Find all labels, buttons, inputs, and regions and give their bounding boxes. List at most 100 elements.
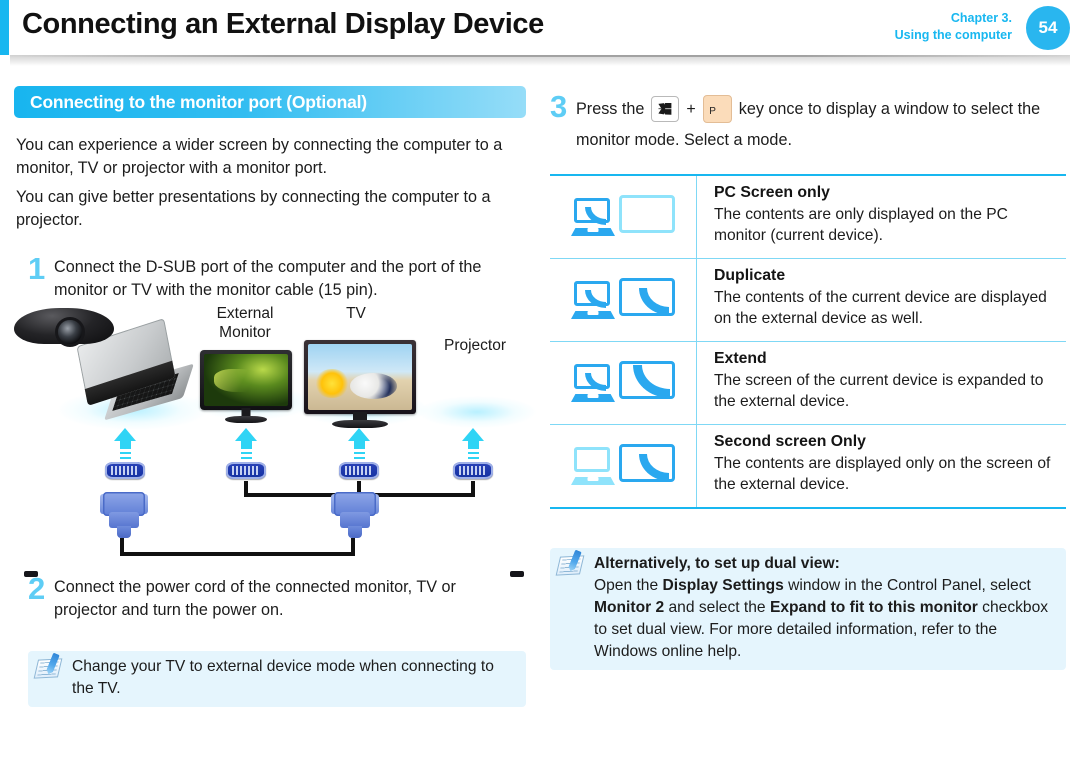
- connection-diagram: External Monitor TV Projector: [14, 304, 536, 577]
- intro-paragraph-2: You can give better presentations by con…: [16, 188, 491, 229]
- monitor-glyph-active: [619, 278, 675, 316]
- step-1: 1 Connect the D-SUB port of the computer…: [28, 251, 528, 302]
- p-key-label: P: [709, 105, 716, 117]
- note-body-1: Open the: [594, 577, 663, 594]
- note-text-tv-mode: Change your TV to external device mode w…: [72, 658, 494, 697]
- section-heading-bar: Connecting to the monitor port (Optional…: [14, 86, 526, 118]
- note-box-tv-mode: Change your TV to external device mode w…: [28, 651, 526, 707]
- page-header: Connecting an External Display Device Ch…: [0, 0, 1080, 66]
- note-body: Open the Display Settings window in the …: [594, 575, 1056, 663]
- plus-sign: +: [686, 101, 696, 118]
- mode-text-cell: PC Screen only The contents are only dis…: [697, 176, 1066, 258]
- note-text-dual-view: Alternatively, to set up dual view: Open…: [594, 548, 1066, 670]
- step-3-number: 3: [550, 89, 568, 124]
- mode-title: Extend: [714, 350, 767, 367]
- external-monitor-illustration: [200, 350, 292, 423]
- second-screen-only-icon: [571, 443, 675, 489]
- tv-label: TV: [346, 305, 366, 322]
- note-bold-1: Display Settings: [662, 577, 784, 594]
- arrow-tv: [348, 428, 370, 464]
- arrow-monitor: [235, 428, 257, 464]
- chapter-name: Using the computer: [894, 28, 1012, 42]
- monitor-glyph-active: [619, 444, 675, 482]
- monitor-glyph-active: [619, 361, 675, 399]
- vga-port-tv: [339, 462, 379, 479]
- note-bold-3: Expand to fit to this monitor: [769, 599, 978, 616]
- table-row: Second screen Only The contents are disp…: [550, 425, 1066, 507]
- laptop-glyph: [571, 281, 615, 321]
- note-box-dual-view: Alternatively, to set up dual view: Open…: [550, 548, 1066, 670]
- tv-illustration: [304, 340, 416, 428]
- extend-icon: [571, 360, 675, 406]
- laptop-glyph: [571, 364, 615, 404]
- header-accent-bar: [0, 0, 9, 55]
- mode-description: The contents are displayed only on the s…: [714, 455, 1051, 493]
- section-heading-label: Connecting to the monitor port (Optional…: [30, 91, 367, 112]
- vga-port-projector: [453, 462, 493, 479]
- table-row: Extend The screen of the current device …: [550, 342, 1066, 425]
- table-row: PC Screen only The contents are only dis…: [550, 176, 1066, 259]
- step-2-number: 2: [28, 571, 46, 606]
- step-2-text: Connect the power cord of the connected …: [54, 578, 456, 619]
- chapter-info: Chapter 3. Using the computer: [895, 10, 1012, 44]
- windows-key-icon: [650, 95, 679, 122]
- note-pen-icon: [33, 653, 66, 679]
- step-3-text: Press the + P key once to display a wind…: [576, 94, 1056, 155]
- monitor-glyph-inactive: [619, 195, 675, 233]
- projector-glow: [418, 396, 536, 428]
- step-3-text-before: Press the: [576, 100, 645, 118]
- vga-plug-right: [331, 492, 379, 542]
- mode-title: Second screen Only: [714, 433, 866, 450]
- step-1-text: Connect the D-SUB port of the computer a…: [54, 258, 482, 299]
- mode-icon-cell: [550, 342, 697, 424]
- projector-label: Projector: [443, 337, 507, 354]
- cable-bus-bottom: [120, 552, 355, 556]
- projector-lens: [58, 320, 82, 344]
- external-monitor-label: External Monitor: [216, 305, 274, 341]
- step-1-number: 1: [28, 251, 46, 286]
- mode-text-cell: Duplicate The contents of the current de…: [697, 259, 1066, 341]
- monitor-screen-image: [204, 354, 288, 406]
- intro-paragraph-1: You can experience a wider screen by con…: [16, 136, 503, 177]
- display-mode-table: PC Screen only The contents are only dis…: [550, 174, 1066, 509]
- table-row: Duplicate The contents of the current de…: [550, 259, 1066, 342]
- note-body-3: and select the: [664, 599, 770, 616]
- step-2: 2 Connect the power cord of the connecte…: [28, 571, 528, 622]
- tv-bezel: [304, 340, 416, 414]
- mode-description: The contents are only displayed on the P…: [714, 206, 1008, 244]
- step-3-text-after: key once to display a window to select: [738, 100, 1014, 118]
- mode-icon-cell: [550, 176, 697, 258]
- monitor-bezel: [200, 350, 292, 410]
- tv-stand-base: [332, 420, 388, 428]
- mode-title: Duplicate: [714, 267, 786, 284]
- note-body-2: window in the Control Panel, select: [783, 577, 1031, 594]
- mode-icon-cell: [550, 259, 697, 341]
- arrow-projector: [462, 428, 484, 464]
- vga-port-laptop: [105, 462, 145, 479]
- pc-screen-only-icon: [571, 194, 675, 240]
- laptop-illustration: [72, 318, 195, 422]
- right-column: 3 Press the + P key once to display a wi…: [548, 86, 1068, 746]
- vga-port-monitor: [226, 462, 266, 479]
- page-number-badge: 54: [1026, 6, 1070, 50]
- mode-title: PC Screen only: [714, 184, 830, 201]
- mode-description: The screen of the current device is expa…: [714, 372, 1044, 410]
- duplicate-icon: [571, 277, 675, 323]
- laptop-glyph-inactive: [571, 447, 615, 487]
- laptop-glyph: [571, 198, 615, 238]
- mode-text-cell: Second screen Only The contents are disp…: [697, 425, 1066, 507]
- arrow-laptop: [114, 428, 136, 464]
- header-divider: [10, 55, 1070, 66]
- note-bold-2: Monitor 2: [594, 599, 665, 616]
- mode-text-cell: Extend The screen of the current device …: [697, 342, 1066, 424]
- mode-icon-cell: [550, 425, 697, 507]
- vga-plug-left: [100, 492, 148, 542]
- chapter-number: Chapter 3.: [950, 11, 1012, 25]
- tv-screen-image: [308, 344, 412, 410]
- step-3: 3 Press the + P key once to display a wi…: [550, 89, 1066, 155]
- page-title: Connecting an External Display Device: [22, 8, 544, 40]
- p-key-icon: P: [703, 94, 733, 123]
- note-pen-icon: [555, 550, 588, 576]
- left-column: Connecting to the monitor port (Optional…: [14, 86, 536, 746]
- note-title: Alternatively, to set up dual view:: [594, 555, 840, 572]
